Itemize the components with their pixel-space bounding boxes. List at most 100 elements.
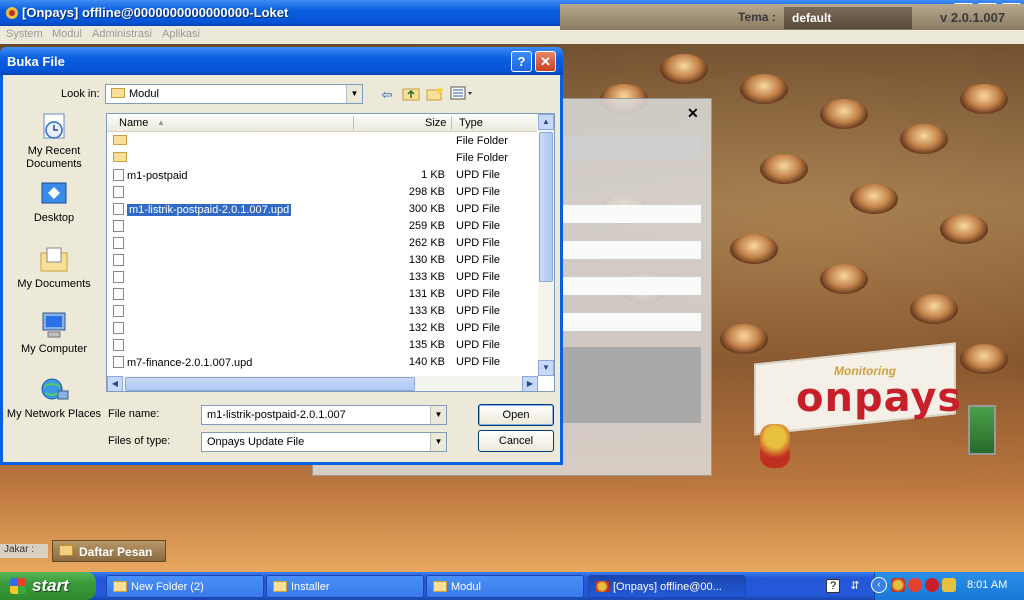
file-name-cell — [113, 135, 353, 147]
file-row[interactable]: File Folder — [107, 133, 537, 150]
tray-expand-icon[interactable]: ‹ — [871, 577, 887, 593]
look-in-label: Look in: — [61, 88, 100, 100]
updown-icon[interactable]: ⇵ — [848, 579, 862, 593]
file-type-cell: UPD File — [456, 254, 501, 266]
file-type-select[interactable]: Onpays Update File ▼ — [201, 432, 447, 452]
column-type[interactable]: Type — [459, 117, 483, 129]
file-icon — [113, 169, 124, 181]
tray-antivirus-icon[interactable] — [925, 578, 939, 592]
file-row[interactable]: 131 KB UPD File — [107, 286, 537, 303]
tray-alert-icon[interactable] — [908, 578, 922, 592]
desktop-icon — [38, 179, 70, 209]
daftar-pesan-label: Daftar Pesan — [79, 545, 153, 559]
task-modul[interactable]: Modul — [426, 575, 584, 598]
logo-onpays: onpays — [796, 375, 963, 421]
task-label: New Folder (2) — [131, 581, 204, 593]
file-row[interactable]: 298 KB UPD File — [107, 184, 537, 201]
file-size-cell: 133 KB — [408, 305, 445, 317]
horizontal-scrollbar[interactable]: ◀ ▶ — [107, 376, 538, 391]
task-label: Modul — [451, 581, 481, 593]
scroll-thumb[interactable] — [539, 132, 553, 282]
cancel-button[interactable]: Cancel — [478, 430, 554, 452]
tray-user-icon[interactable] — [942, 578, 956, 592]
file-type-cell: UPD File — [456, 203, 501, 215]
chevron-down-icon[interactable]: ▼ — [346, 85, 362, 103]
help-tray-icon[interactable]: ? — [826, 579, 840, 593]
place-my-documents-label: My Documents — [17, 278, 91, 290]
file-type-cell: UPD File — [456, 271, 501, 283]
look-in-select[interactable]: Modul ▼ — [105, 84, 363, 104]
file-size-cell: 262 KB — [408, 237, 445, 249]
daftar-pesan-button[interactable]: Daftar Pesan — [52, 540, 166, 562]
file-row[interactable]: File Folder — [107, 150, 537, 167]
file-row[interactable]: m1-listrik-postpaid-2.0.1.007.upd 300 KB U… — [107, 201, 537, 218]
file-size-cell: 135 KB — [408, 339, 445, 351]
place-recent[interactable]: My Recent Documents — [3, 112, 105, 171]
place-my-computer[interactable]: My Computer — [3, 310, 105, 356]
task-label: Installer — [291, 581, 330, 593]
dialog-close-button[interactable]: ✕ — [535, 51, 556, 72]
column-size[interactable]: Size — [425, 117, 446, 129]
chevron-down-icon[interactable]: ▼ — [430, 406, 446, 424]
scroll-right-icon[interactable]: ▶ — [522, 376, 538, 391]
task-installer[interactable]: Installer — [266, 575, 424, 598]
menu-administrasi[interactable]: Administrasi — [92, 28, 152, 40]
folder-icon — [111, 88, 125, 98]
file-size-cell: 298 KB — [408, 186, 445, 198]
file-type-value: Onpays Update File — [207, 436, 305, 448]
dialog-titlebar[interactable]: Buka File ? ✕ — [0, 47, 563, 75]
file-name-input[interactable]: m1-listrik-postpaid-2.0.1.007 ▼ — [201, 405, 447, 425]
file-row[interactable]: 130 KB UPD File — [107, 252, 537, 269]
place-network[interactable]: My Network Places — [3, 375, 105, 421]
file-row[interactable]: 259 KB UPD File — [107, 218, 537, 235]
task-onpays[interactable]: [Onpays] offline@00... — [588, 575, 746, 598]
start-button[interactable]: start — [0, 572, 96, 600]
file-name-cell — [113, 288, 353, 301]
file-size-cell: 131 KB — [408, 288, 445, 300]
scroll-up-icon[interactable]: ▲ — [538, 114, 554, 130]
file-list-header: Name ▲ Size Type — [107, 114, 537, 132]
tema-select[interactable]: default — [784, 7, 912, 29]
task-new-folder[interactable]: New Folder (2) — [106, 575, 264, 598]
file-size-cell: 133 KB — [408, 271, 445, 283]
file-name-value: m1-listrik-postpaid-2.0.1.007 — [207, 409, 346, 421]
file-row[interactable]: m1-postpaid 1 KB UPD File — [107, 167, 537, 184]
network-places-icon — [38, 375, 70, 405]
file-size-cell: 1 KB — [421, 169, 445, 181]
info-label: Jakar : — [0, 544, 48, 558]
column-name[interactable]: Name — [119, 117, 148, 129]
file-list[interactable]: Name ▲ Size Type File Folder File Folder m… — [106, 113, 555, 392]
file-row[interactable]: m7-finance-2.0.1.007.upd 140 KB UPD File — [107, 354, 537, 371]
open-button[interactable]: Open — [478, 404, 554, 426]
background-dialog-close-icon[interactable]: ✕ — [687, 105, 699, 122]
menu-modul[interactable]: Modul — [52, 28, 82, 40]
view-menu-icon[interactable] — [449, 85, 475, 105]
file-name-cell — [113, 322, 353, 335]
task-label: [Onpays] offline@00... — [613, 581, 722, 593]
file-row[interactable]: 133 KB UPD File — [107, 269, 537, 286]
hscroll-thumb[interactable] — [125, 377, 415, 391]
place-desktop[interactable]: Desktop — [3, 179, 105, 225]
menu-aplikasi[interactable]: Aplikasi — [162, 28, 200, 40]
file-name-cell — [113, 271, 353, 284]
file-type-cell: UPD File — [456, 339, 501, 351]
place-my-documents[interactable]: My Documents — [3, 245, 105, 291]
scroll-left-icon[interactable]: ◀ — [107, 376, 123, 391]
start-label: start — [32, 576, 69, 595]
menu-system[interactable]: System — [6, 28, 43, 40]
file-row[interactable]: 262 KB UPD File — [107, 235, 537, 252]
new-folder-icon[interactable] — [425, 85, 445, 105]
chevron-down-icon[interactable]: ▼ — [430, 433, 446, 451]
up-folder-icon[interactable] — [401, 85, 421, 105]
file-row[interactable]: 133 KB UPD File — [107, 303, 537, 320]
file-row[interactable]: 132 KB UPD File — [107, 320, 537, 337]
taskbar: start New Folder (2) Installer Modul [On… — [0, 572, 1024, 600]
vertical-scrollbar[interactable]: ▲ ▼ — [538, 114, 554, 376]
file-name-cell: m1-listrik-postpaid-2.0.1.007.upd — [113, 203, 353, 216]
help-button[interactable]: ? — [511, 51, 532, 72]
tray-onpays-icon[interactable] — [891, 578, 905, 592]
file-row[interactable]: 135 KB UPD File — [107, 337, 537, 354]
file-name-cell — [113, 305, 353, 318]
back-icon[interactable]: ⇦ — [377, 85, 397, 105]
scroll-down-icon[interactable]: ▼ — [538, 360, 554, 376]
